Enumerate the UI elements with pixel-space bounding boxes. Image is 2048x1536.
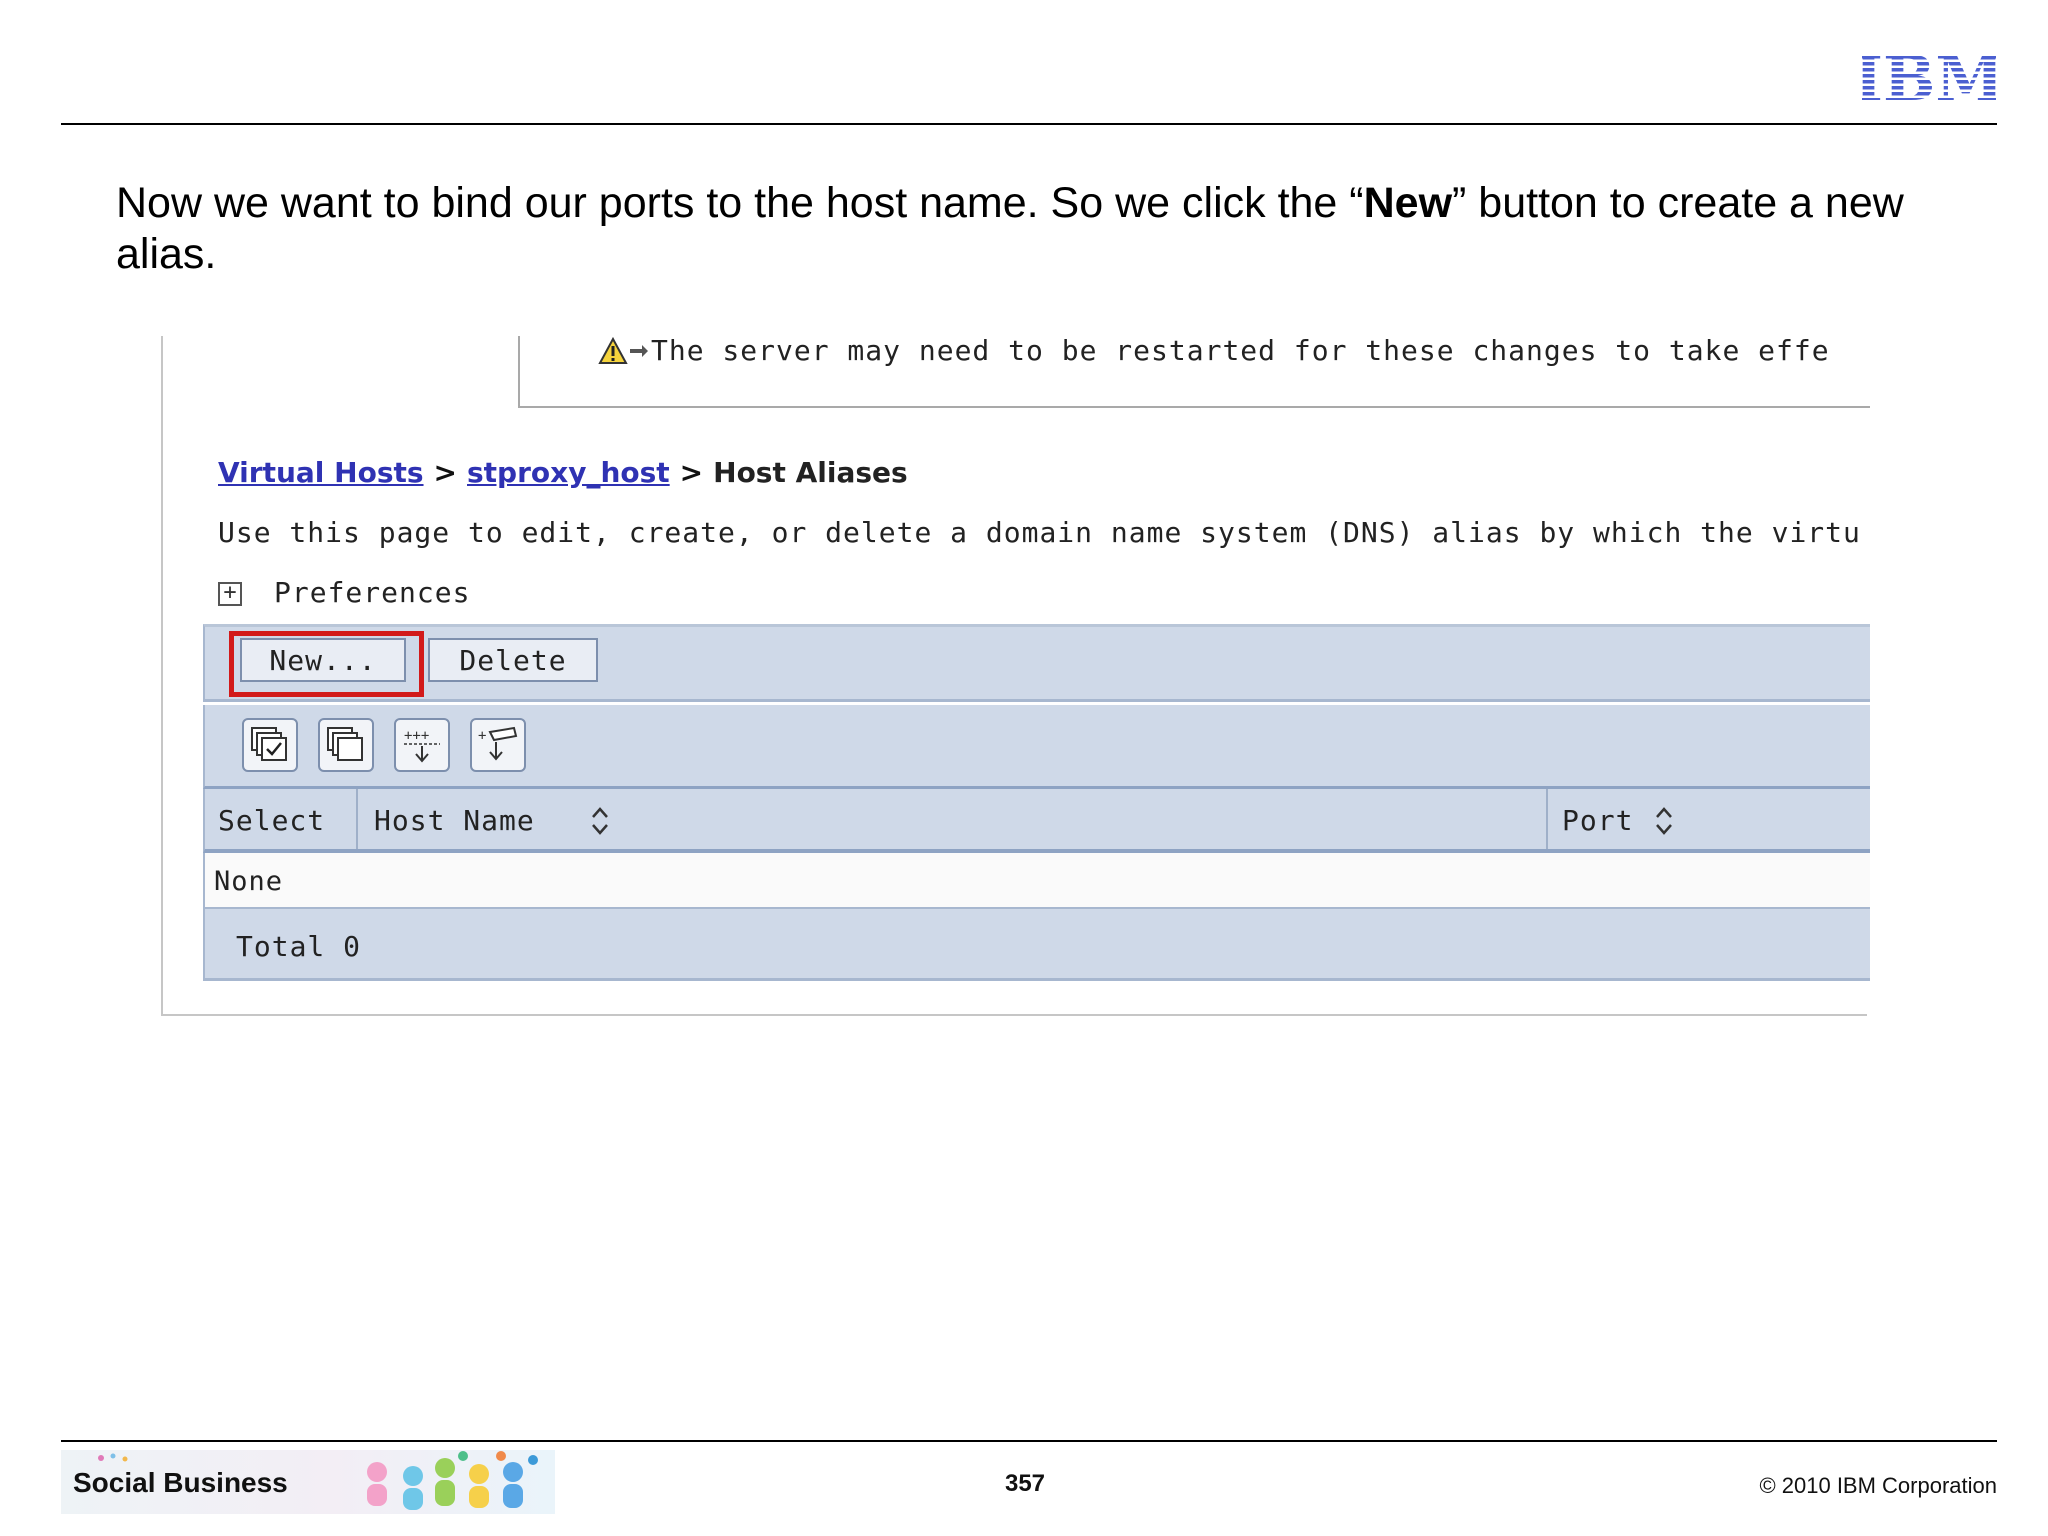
page-description: Use this page to edit, create, or delete…: [218, 516, 1861, 549]
heading-bold-new: New: [1363, 179, 1453, 227]
svg-text:+++: +++: [404, 728, 429, 744]
svg-text:+: +: [478, 728, 486, 744]
sort-icon[interactable]: [1652, 804, 1676, 838]
column-divider: [356, 789, 358, 849]
clear-filter-icon[interactable]: +: [470, 718, 526, 772]
breadcrumb-separator: >: [433, 456, 457, 489]
footer-rule: [61, 1440, 1997, 1442]
header-rule: [61, 123, 1997, 125]
table-row: [203, 853, 1870, 909]
breadcrumb: Virtual Hosts > stproxy_host > Host Aliases: [218, 456, 908, 489]
copyright: © 2010 IBM Corporation: [1759, 1473, 1997, 1498]
breadcrumb-separator: >: [679, 456, 704, 489]
expand-preferences-icon[interactable]: +: [218, 582, 242, 606]
heading-text-1: Now we want to bind our ports to the hos…: [116, 179, 1364, 227]
delete-button[interactable]: Delete: [428, 638, 598, 682]
page-number: 357: [1004, 1470, 1046, 1497]
new-button[interactable]: New...: [240, 638, 406, 682]
footer-brand: Social Business: [73, 1467, 288, 1498]
column-divider: [1546, 789, 1548, 849]
total-count: Total 0: [236, 930, 362, 963]
slide-heading: Now we want to bind our ports to the hos…: [116, 178, 1946, 280]
preferences-label[interactable]: Preferences: [274, 576, 470, 609]
screenshot-border-left: [161, 336, 163, 1016]
screenshot-border-bottom: [161, 1014, 1867, 1016]
breadcrumb-stproxy-host-link[interactable]: stproxy_host: [467, 456, 670, 489]
column-header-host-name[interactable]: Host Name: [374, 804, 535, 837]
breadcrumb-virtual-hosts-link[interactable]: Virtual Hosts: [218, 456, 424, 489]
empty-table-text: None: [214, 866, 284, 897]
select-all-icon[interactable]: [242, 718, 298, 772]
ibm-logo: IBM: [1862, 50, 1996, 106]
warning-icon: [598, 337, 648, 364]
column-header-select: Select: [218, 804, 326, 837]
restart-warning-text: The server may need to be restarted for …: [651, 334, 1830, 367]
show-filter-icon[interactable]: +++: [394, 718, 450, 772]
breadcrumb-current: Host Aliases: [713, 456, 908, 489]
deselect-all-icon[interactable]: [318, 718, 374, 772]
table-toolbar: [203, 705, 1870, 789]
column-header-port[interactable]: Port: [1562, 804, 1633, 837]
svg-text:IBM: IBM: [1862, 50, 1996, 106]
table-footer: [203, 909, 1870, 981]
sort-icon[interactable]: [588, 804, 612, 838]
